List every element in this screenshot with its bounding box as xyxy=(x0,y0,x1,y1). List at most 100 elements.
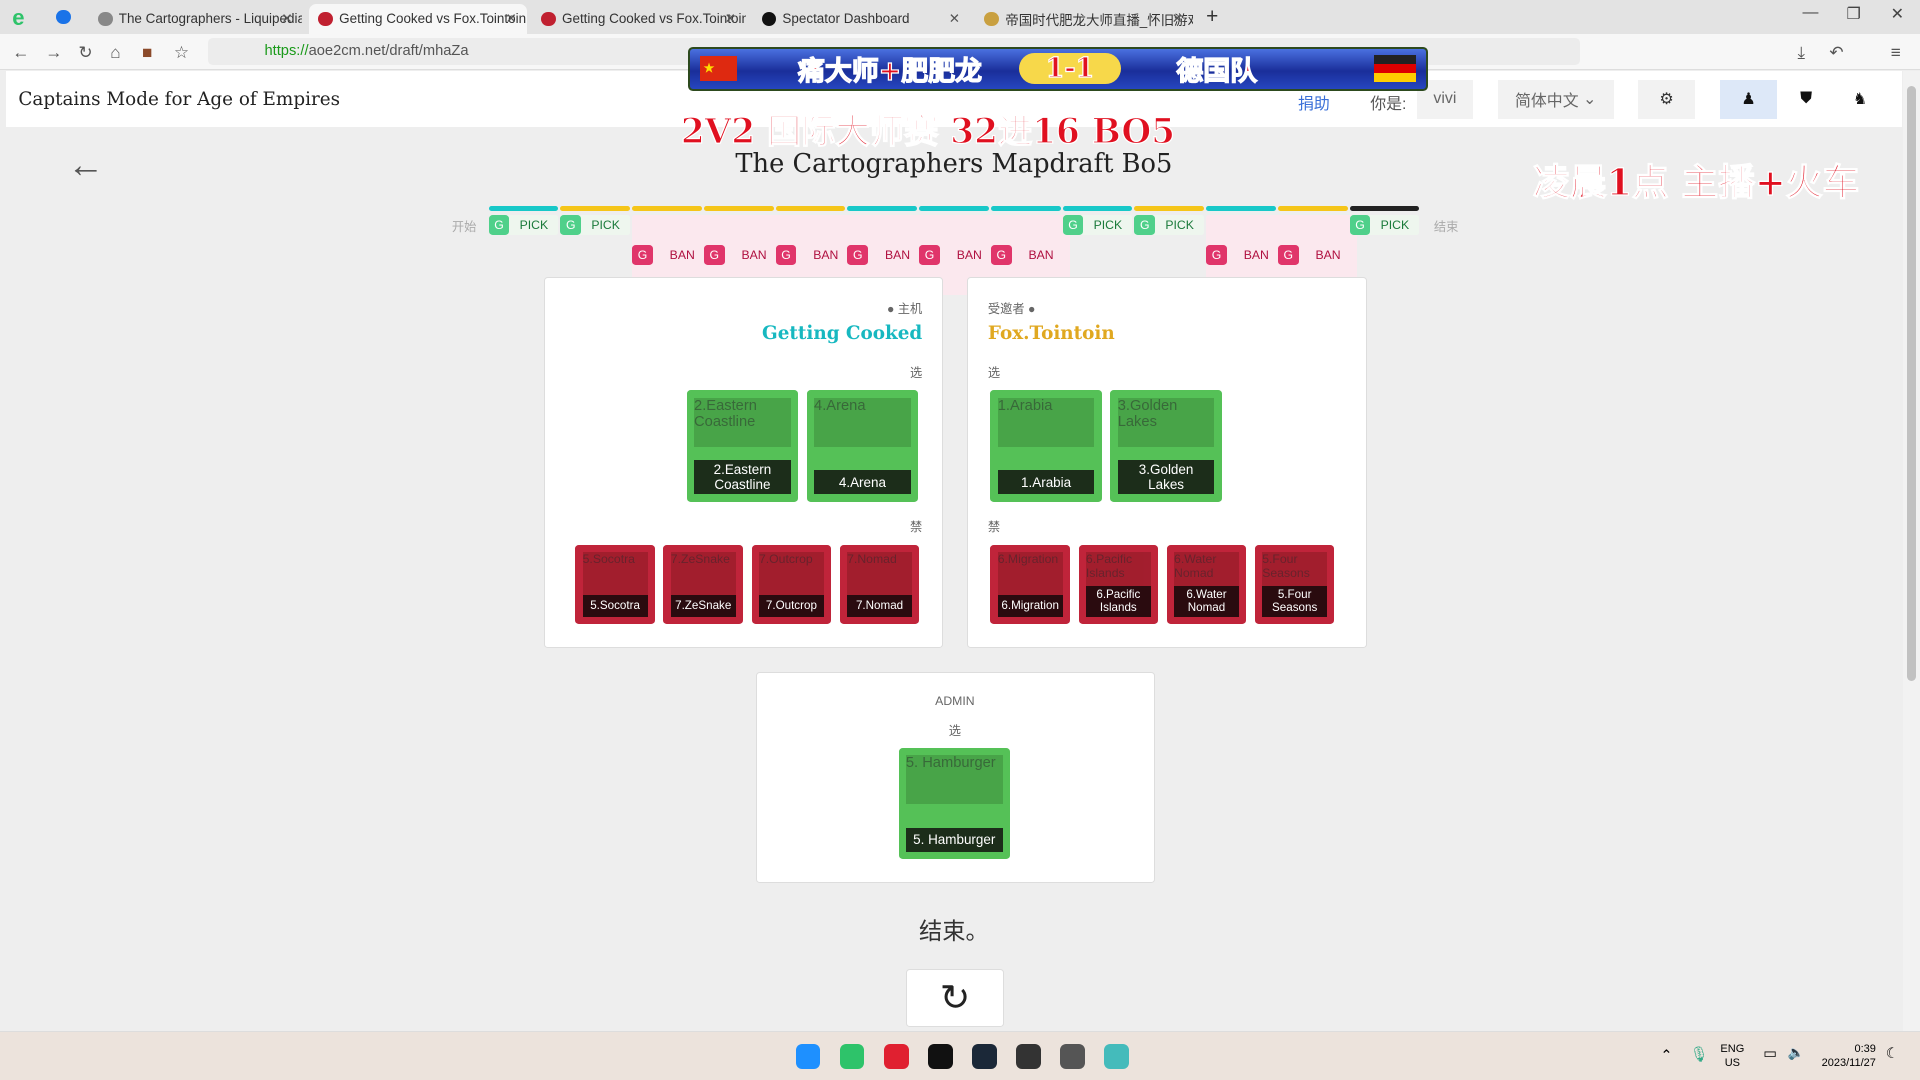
timeline-slot: G PICK xyxy=(1062,205,1133,236)
menu-icon[interactable]: ≡ xyxy=(1891,42,1901,63)
map-ban-tile: 6.Pacific Islands 6.Pacific Islands xyxy=(1078,544,1159,625)
map-pick-tile: 2.Eastern Coastline 2.Eastern Coastline xyxy=(686,390,799,502)
reload-icon[interactable]: ↻ xyxy=(78,42,92,63)
replay-button[interactable]: ↻ xyxy=(906,968,1005,1028)
tab-title: Spectator Dashboard xyxy=(782,11,910,27)
tab-liquipedia[interactable]: The Cartographers - Liquipedia ✕ xyxy=(88,4,302,35)
action-label: BAN xyxy=(884,248,911,263)
back-icon[interactable]: ← xyxy=(12,42,29,63)
app2-icon[interactable] xyxy=(1104,1044,1129,1069)
timeline-turn-bar xyxy=(1206,205,1276,211)
language-select[interactable]: 简体中文 ⌄ xyxy=(1497,79,1614,119)
timeline-turn-bar xyxy=(990,205,1061,211)
moon-icon[interactable]: ☾ xyxy=(1886,1045,1899,1062)
timeline-slot: G PICK xyxy=(560,205,631,236)
map-image-broken: 4.Arena xyxy=(814,397,911,447)
player-badge: G xyxy=(488,215,510,236)
map-name: 6.Migration xyxy=(997,594,1063,617)
clock[interactable]: 0:39 2023/11/27 xyxy=(1812,1042,1876,1071)
player-view-icon[interactable]: ♟ xyxy=(1720,79,1777,119)
guest-bans-label: 禁 xyxy=(987,519,1001,534)
player-badge: G xyxy=(1134,215,1156,236)
tab-spectator[interactable]: Spectator Dashboard ✕ xyxy=(752,4,970,35)
timeline-turn-bar xyxy=(1349,205,1420,211)
shield-icon[interactable]: ⛊ xyxy=(1781,79,1831,119)
site-title[interactable]: Captains Mode for Age of Empires xyxy=(18,89,340,110)
timeline-slot: G PICK xyxy=(488,205,559,236)
app-icon[interactable] xyxy=(928,1044,953,1069)
forward-icon[interactable]: → xyxy=(45,42,62,63)
draft-timeline: 开始 结束 G PICK G PICK G BAN G BAN G BAN G BAN G BAN G BAN… xyxy=(452,205,1468,296)
download-icon[interactable]: ⤓ xyxy=(1798,42,1806,63)
action-label: PICK xyxy=(1380,218,1410,233)
restore-button[interactable]: ❐ xyxy=(1847,4,1861,24)
tab-stream[interactable]: 帝国时代肥龙大师直播_怀旧游戏 ✕ xyxy=(975,4,1193,35)
map-name: 2.Eastern Coastline xyxy=(694,459,791,495)
china-flag-icon: ★ xyxy=(699,56,737,81)
volume-icon[interactable]: 🔈 xyxy=(1788,1045,1805,1061)
close-tab-icon[interactable]: ✕ xyxy=(725,11,736,27)
minimize-button[interactable]: — xyxy=(1802,4,1818,22)
game-icon[interactable] xyxy=(1060,1044,1085,1069)
action-label: BAN xyxy=(813,248,839,263)
guest-role-label: 受邀者 xyxy=(987,301,1025,316)
new-tab-button[interactable]: + xyxy=(1206,5,1218,29)
player-badge: G xyxy=(1349,215,1371,236)
close-window-button[interactable]: ✕ xyxy=(1891,4,1904,24)
close-tab-icon[interactable]: ✕ xyxy=(505,11,516,27)
close-tab-icon[interactable]: ✕ xyxy=(949,11,960,27)
browser-tab-bar: e The Cartographers - Liquipedia ✕ Gettin… xyxy=(0,0,1920,35)
host-role-label: 主机 xyxy=(897,301,923,316)
you-are-label: 你是: xyxy=(1370,95,1407,113)
mic-icon[interactable]: 🎙 xyxy=(1690,1045,1709,1063)
guest-team-name: Fox.Tointoin xyxy=(987,323,1115,345)
obs-icon[interactable] xyxy=(1016,1044,1041,1069)
home-icon[interactable]: ⌂ xyxy=(110,42,120,63)
liquipedia-icon xyxy=(97,11,113,27)
map-image-broken: 3.Golden Lakes xyxy=(1117,397,1215,447)
steam-icon[interactable] xyxy=(972,1044,997,1069)
edge-logo-icon[interactable]: e xyxy=(12,5,24,31)
timeline-slot: G PICK xyxy=(1349,205,1420,236)
close-tab-icon[interactable]: ✕ xyxy=(1172,11,1183,27)
guest-card: 受邀者 ● Fox.Tointoin 选 禁 1.Arabia 1.Arabia 3… xyxy=(967,276,1367,648)
scrollbar-thumb[interactable] xyxy=(1906,85,1917,681)
eye-icon xyxy=(761,11,777,27)
edge-taskbar-icon[interactable] xyxy=(840,1044,865,1069)
tab-draft-2[interactable]: Getting Cooked vs Fox.Tointoin ✕ xyxy=(531,4,746,35)
admin-label: ADMIN xyxy=(935,694,975,709)
spectator-icon[interactable]: ♞ xyxy=(1835,79,1885,119)
tab-draft-active[interactable]: Getting Cooked vs Fox.Tointoin ✕ xyxy=(308,3,527,35)
action-label: PICK xyxy=(519,218,549,233)
settings-icon[interactable]: ⚙ xyxy=(1638,79,1695,119)
guest-role: 受邀者 ● xyxy=(987,301,1036,316)
germany-flag-icon xyxy=(1374,55,1416,83)
tray-chevron-icon[interactable]: ⌃ xyxy=(1660,1047,1672,1064)
host-role: ● 主机 xyxy=(886,301,923,316)
telegram-icon[interactable] xyxy=(56,9,71,25)
replay-icon: ↻ xyxy=(939,976,971,1018)
map-name: 7.ZeSnake xyxy=(670,594,736,617)
action-label: BAN xyxy=(1028,248,1054,263)
close-tab-icon[interactable]: ✕ xyxy=(281,11,292,27)
donate-link[interactable]: 捐助 xyxy=(1298,91,1330,114)
language-indicator[interactable]: ENG US xyxy=(1720,1042,1744,1071)
map-ban-tile: 6.Migration 6.Migration xyxy=(990,544,1070,625)
banner-team-right: 德国队 xyxy=(1176,55,1258,88)
extension-icon[interactable]: ■ xyxy=(142,42,152,63)
map-ban-tile: 5.Socotra 5.Socotra xyxy=(575,544,655,625)
timeline-turn-bar xyxy=(775,205,846,211)
admin-picks-label: 选 xyxy=(948,723,961,738)
map-pick-tile: 1.Arabia 1.Arabia xyxy=(990,390,1102,502)
player-badge: G xyxy=(1062,215,1084,236)
start-icon[interactable] xyxy=(795,1044,821,1069)
action-label: BAN xyxy=(956,248,982,263)
map-name: 5. Hamburger xyxy=(905,827,1003,852)
netease-icon[interactable] xyxy=(884,1044,909,1069)
tab-title: Getting Cooked vs Fox.Tointoin xyxy=(339,11,527,27)
cm-icon xyxy=(318,11,334,27)
overlay-event-title: 2V2 国际大师赛 32进16 BO5 xyxy=(680,111,1176,152)
network-icon[interactable]: ▭ xyxy=(1763,1045,1777,1062)
undo-icon[interactable]: ↶ xyxy=(1829,42,1843,63)
favorites-icon[interactable]: ☆ xyxy=(174,42,189,63)
